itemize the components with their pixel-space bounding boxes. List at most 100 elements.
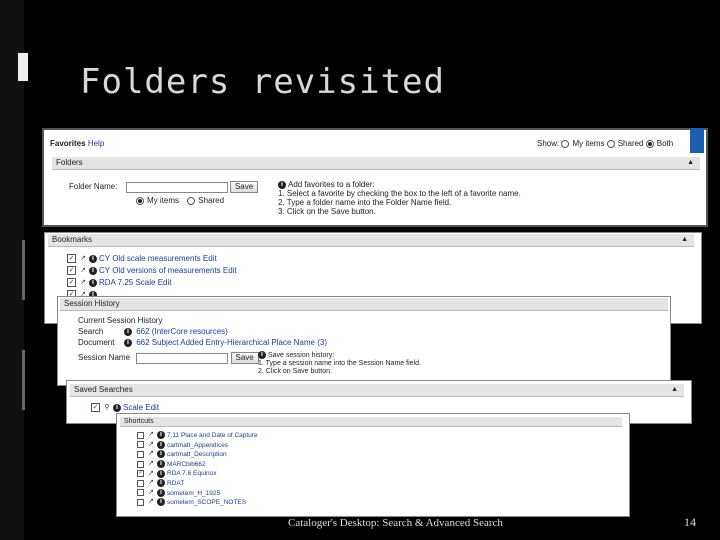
shortcut-link[interactable]: cartmatt_Description (167, 451, 227, 458)
session-document-link[interactable]: 662 Subject Added Entry-Hierarchical Pla… (136, 338, 327, 347)
info-icon[interactable]: i (157, 440, 165, 449)
checkbox[interactable]: ✓ (67, 254, 76, 264)
decor-square (18, 53, 28, 81)
list-item[interactable]: ↗ i sometem_SCOPE_NOTES (137, 498, 258, 508)
checkbox[interactable] (137, 450, 144, 458)
bookmarks-header-label: Bookmarks (52, 235, 93, 244)
edit-link[interactable]: Edit (223, 266, 237, 275)
checkbox[interactable]: ✓ (137, 470, 144, 478)
checkbox[interactable]: ✓ (67, 266, 76, 276)
shortcuts-header[interactable]: Shortcuts (120, 417, 622, 427)
collapse-icon[interactable]: ▲ (681, 234, 688, 246)
checkbox[interactable] (137, 431, 144, 439)
checkbox[interactable] (137, 441, 144, 449)
list-item[interactable]: ↗ i 7.11 Place and Date of Capture (137, 431, 258, 441)
bookmarks-header[interactable]: Bookmarks ▲ (48, 234, 694, 247)
info-icon[interactable]: i (113, 403, 121, 412)
list-item[interactable]: ✓ ↗ i CY Old versions of measurements Edit (67, 265, 237, 277)
external-link-icon[interactable]: ↗ (147, 470, 155, 478)
folders-header[interactable]: Folders ▲ (52, 157, 700, 170)
shortcut-link[interactable]: cartmatt_Appendices (167, 442, 228, 449)
help-link[interactable]: Help (88, 139, 104, 148)
external-link-icon[interactable]: ↗ (79, 255, 87, 263)
list-item[interactable]: ↗ i cartmatt_Description (137, 450, 258, 460)
folder-name-input[interactable] (125, 181, 228, 193)
folder-scope: My items Shared (136, 196, 224, 205)
session-save-button[interactable]: Save (230, 352, 259, 364)
edit-link[interactable]: Edit (145, 403, 159, 412)
edit-link[interactable]: Edit (158, 278, 172, 287)
info-icon[interactable]: i (157, 479, 165, 488)
info-icon: i (278, 180, 286, 189)
info-icon[interactable]: i (89, 278, 97, 287)
external-link-icon[interactable]: ↗ (147, 441, 155, 449)
external-link-icon[interactable]: ↗ (147, 498, 155, 506)
checkbox[interactable] (137, 460, 144, 468)
session-search-link[interactable]: 662 (InterCore resources) (136, 327, 228, 336)
bookmark-link[interactable]: CY Old scale measurements (99, 254, 201, 263)
edit-link[interactable]: Edit (203, 254, 217, 263)
favorites-panel: Favorites Help Show: My items Shared Bot… (42, 128, 708, 227)
info-icon[interactable]: i (124, 338, 132, 347)
session-name-row: Session Name Save (78, 352, 259, 364)
external-link-icon[interactable]: ↗ (147, 479, 155, 487)
list-item[interactable]: ↗ i cartmatt_Appendices (137, 440, 258, 451)
scope-my-items-radio[interactable] (136, 196, 144, 205)
checkbox[interactable] (137, 489, 144, 497)
shortcuts-header-label: Shortcuts (124, 418, 154, 425)
checkbox[interactable]: ✓ (91, 403, 100, 413)
search-icon[interactable]: ⚲ (103, 404, 111, 412)
bookmark-link[interactable]: RDA 7.25 Scale (99, 278, 155, 287)
shortcut-link[interactable]: sometem_SCOPE_NOTES (167, 499, 246, 506)
bookmark-link[interactable]: CY Old versions of measurements (99, 266, 221, 275)
show-my-items-radio[interactable] (561, 139, 570, 148)
external-link-icon[interactable]: ↗ (147, 431, 155, 439)
decor-line (22, 350, 25, 410)
show-shared-radio[interactable] (606, 139, 615, 148)
list-item[interactable]: ✓ ⚲ i Scale Edit (91, 403, 159, 413)
shortcut-link[interactable]: MARCbib662 (167, 461, 206, 468)
info-icon[interactable]: i (124, 327, 132, 336)
info-icon[interactable]: i (89, 254, 97, 263)
checkbox[interactable]: ✓ (67, 278, 76, 288)
collapse-icon[interactable]: ▲ (687, 157, 694, 169)
list-item[interactable]: ↗ i MARCbib662 (137, 460, 258, 470)
shortcut-link[interactable]: RDAT (167, 480, 184, 487)
info-icon[interactable]: i (157, 498, 165, 507)
list-item[interactable]: ✓ ↗ i RDA 7.6 Equinox (137, 469, 258, 479)
info-icon[interactable]: i (157, 460, 165, 469)
checkbox[interactable] (137, 479, 144, 487)
list-item[interactable]: ↗ i sometem_H_1925 (137, 488, 258, 499)
list-item[interactable]: ✓ ↗ i RDA 7.25 Scale Edit (67, 277, 237, 289)
scope-shared-radio[interactable] (187, 196, 196, 205)
saved-searches-header[interactable]: Saved Searches ▲ (70, 384, 684, 397)
external-link-icon[interactable]: ↗ (147, 450, 155, 458)
external-link-icon[interactable]: ↗ (79, 279, 87, 287)
session-history-header[interactable]: Session History (60, 298, 668, 311)
external-link-icon[interactable]: ↗ (79, 267, 87, 275)
external-link-icon[interactable]: ↗ (147, 460, 155, 468)
shortcut-link[interactable]: RDA 7.6 Equinox (167, 470, 217, 477)
list-item[interactable]: ✓ ↗ i CY Old scale measurements Edit (67, 253, 237, 265)
shortcut-link[interactable]: 7.11 Place and Date of Capture (167, 432, 258, 439)
checkbox[interactable] (137, 498, 144, 506)
left-decor-bar (0, 0, 24, 540)
favorites-title: Favorites (50, 139, 86, 148)
info-icon[interactable]: i (157, 488, 165, 497)
info-icon[interactable]: i (157, 469, 165, 478)
info-icon[interactable]: i (89, 266, 97, 275)
slide-footer: Cataloger's Desktop: Search & Advanced S… (288, 517, 503, 529)
collapse-icon[interactable]: ▲ (671, 384, 678, 396)
session-help-step: 1. Type a session name into the Session … (258, 359, 421, 367)
session-name-input[interactable] (136, 352, 229, 364)
folder-save-button[interactable]: Save (229, 181, 259, 193)
scrollbar-accent[interactable] (690, 128, 704, 153)
show-both-radio[interactable] (645, 139, 654, 148)
shortcut-link[interactable]: sometem_H_1925 (167, 490, 220, 497)
external-link-icon[interactable]: ↗ (147, 489, 155, 497)
scope-shared-label: Shared (198, 196, 225, 205)
saved-search-link[interactable]: Scale (123, 403, 143, 412)
info-icon[interactable]: i (157, 450, 165, 459)
list-item[interactable]: ↗ i RDAT (137, 479, 258, 489)
info-icon[interactable]: i (157, 431, 165, 440)
